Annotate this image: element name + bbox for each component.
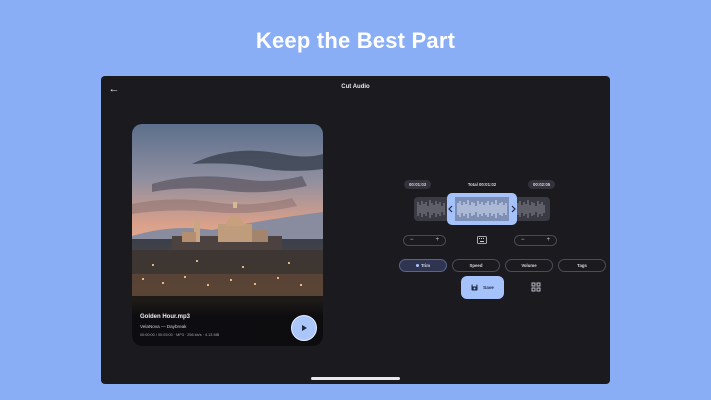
tab-volume[interactable]: Volume <box>505 259 553 272</box>
end-plus-button[interactable]: + <box>546 235 550 246</box>
track-artist: VelaNova — Daybreak <box>140 324 187 329</box>
app-window: ← Cut Audio Golden Hour.mp3 VelaNova — D… <box>101 76 610 384</box>
start-plus-button[interactable]: + <box>435 235 439 246</box>
start-stepper: − + <box>403 235 446 246</box>
save-button-label: Save <box>483 285 494 290</box>
track-name: Golden Hour.mp3 <box>140 314 191 320</box>
end-minus-button[interactable]: − <box>521 235 525 246</box>
track-meta: 00:00:00 / 00:03:00 · MP3 · 256 kb/s · 4… <box>140 333 220 337</box>
play-icon <box>302 325 307 331</box>
tab-speed[interactable]: Speed <box>452 259 500 272</box>
start-time-pill[interactable]: 00:01:03 <box>404 180 432 189</box>
tab-tags[interactable]: Tags <box>558 259 606 272</box>
check-icon <box>415 264 419 267</box>
tab-trim-label: Trim <box>420 263 431 268</box>
end-time-pill[interactable]: 00:02:05 <box>528 180 556 189</box>
save-button[interactable]: Save <box>461 276 504 299</box>
grid-icon[interactable] <box>531 282 541 292</box>
keyboard-icon[interactable] <box>477 236 487 244</box>
start-minus-button[interactable]: − <box>410 235 414 246</box>
end-stepper: − + <box>514 235 557 246</box>
album-cover-card: Golden Hour.mp3 VelaNova — Daybreak 00:0… <box>132 124 323 346</box>
app-title: Cut Audio <box>341 84 370 90</box>
play-button[interactable] <box>291 315 317 341</box>
total-duration: Total 00:01:02 <box>467 182 497 187</box>
edit-mode-tabs: Trim Speed Volume Tags <box>399 259 606 272</box>
tab-speed-label: Speed <box>469 263 483 268</box>
tab-trim[interactable]: Trim <box>399 259 447 272</box>
waveform-trimmer[interactable] <box>414 193 550 225</box>
promo-headline: Keep the Best Part <box>255 28 456 53</box>
tab-tags-label: Tags <box>577 263 587 268</box>
home-indicator[interactable] <box>311 377 400 380</box>
tab-volume-label: Volume <box>521 263 537 268</box>
save-icon <box>471 284 478 291</box>
